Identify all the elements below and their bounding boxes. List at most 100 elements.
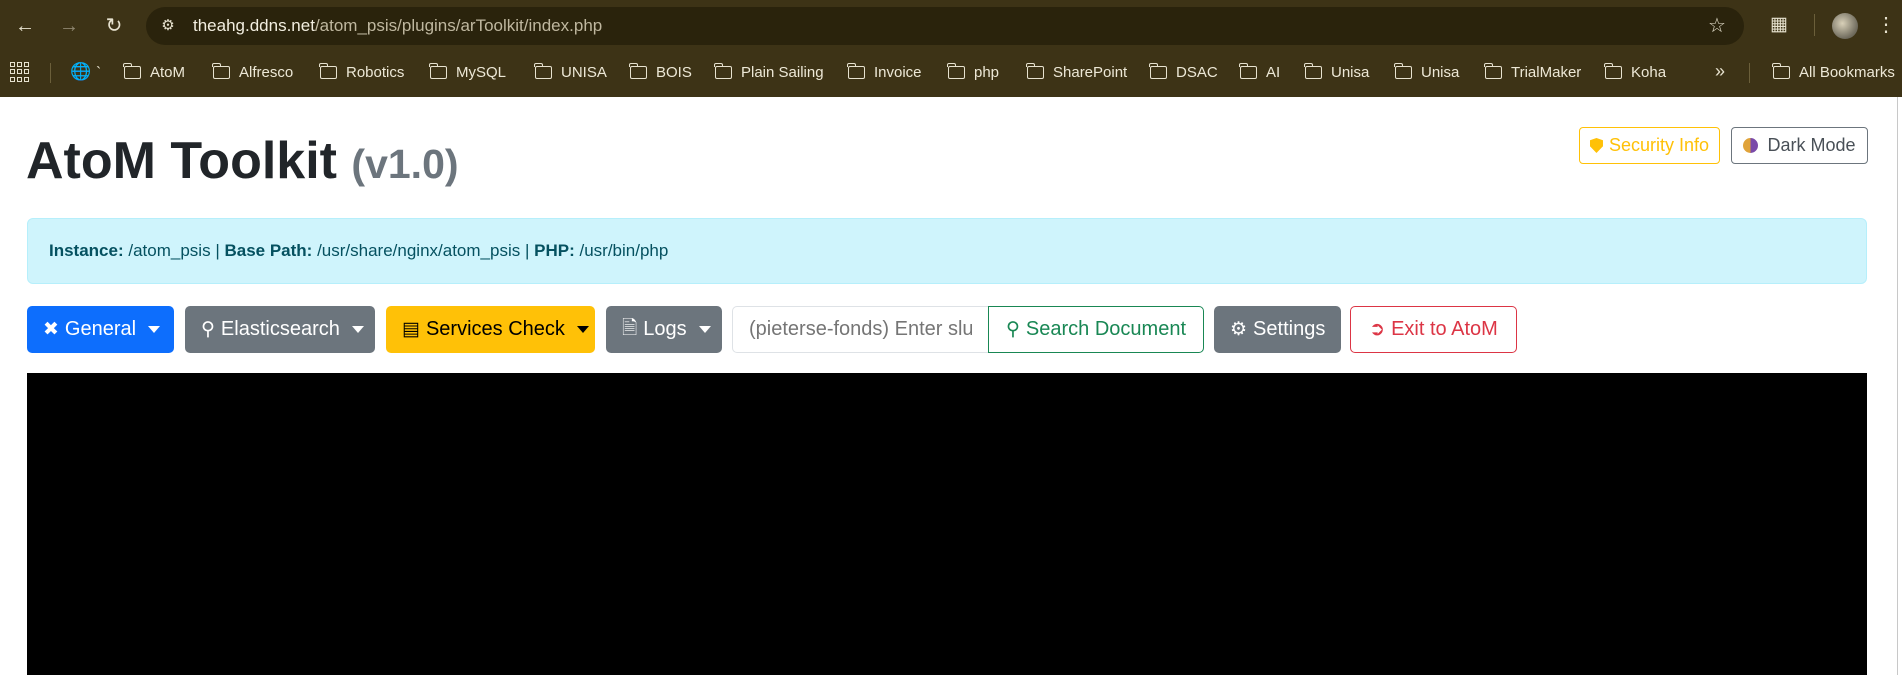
exit-to-atom-button[interactable]: ➲ Exit to AtoM (1350, 306, 1517, 353)
bookmark-label: php (974, 63, 1000, 81)
all-bookmarks-label: All Bookmarks (1799, 63, 1895, 81)
bookmark-label: Invoice (874, 63, 922, 81)
folder-icon (1604, 62, 1622, 79)
back-arrow-icon[interactable]: ← (12, 13, 38, 39)
folder-icon (1772, 62, 1790, 79)
bookmark-label: UNISA (561, 63, 607, 81)
folder-icon (629, 62, 647, 79)
reload-icon[interactable]: ↻ (101, 13, 127, 39)
bookmark-label: MySQL (456, 63, 507, 81)
more-vert-icon[interactable]: ⋮ (1876, 12, 1896, 38)
folder-icon (847, 62, 865, 79)
star-icon[interactable]: ☆ (1706, 15, 1728, 37)
folder-icon (1394, 62, 1412, 79)
logs-dropdown-button[interactable]: 🗎 Logs (606, 306, 722, 353)
bookmark-label: DSAC (1176, 63, 1218, 81)
gear-icon: ⚙ (1230, 319, 1248, 340)
base-path-label: Base Path: (224, 241, 313, 260)
folder-icon (714, 62, 732, 79)
bookmarks-bar: 🌐 ` AtoM Alfresco Robotics MySQL UNISA B… (0, 55, 1902, 89)
folder-icon (947, 62, 965, 79)
security-info-button[interactable]: Security Info (1579, 127, 1720, 164)
forward-arrow-icon[interactable]: → (56, 13, 82, 39)
folder-icon (1239, 62, 1257, 79)
bookmark-folder-sharepoint[interactable]: SharePoint (1026, 62, 1127, 82)
info-separator: | (524, 241, 530, 260)
bookmark-folder-unisa-2[interactable]: Unisa (1304, 62, 1370, 82)
services-check-dropdown-button[interactable]: ▤ Services Check (386, 306, 595, 353)
bookmark-folder-plain-sailing[interactable]: Plain Sailing (714, 62, 824, 82)
search-icon: ⚲ (1006, 319, 1020, 340)
bookmark-globe[interactable]: 🌐 ` (70, 62, 101, 82)
search-icon: ⚲ (201, 319, 215, 340)
folder-icon (1149, 62, 1167, 79)
bookmark-label: Unisa (1421, 63, 1460, 81)
contrast-icon (1743, 138, 1759, 153)
bookmark-folder-koha[interactable]: Koha (1604, 62, 1667, 82)
bookmark-label: Unisa (1331, 63, 1370, 81)
security-info-label: Security Info (1608, 135, 1710, 155)
folder-icon (123, 62, 141, 79)
bookmark-folder-atom[interactable]: AtoM (123, 62, 185, 82)
settings-button[interactable]: ⚙ Settings (1214, 306, 1341, 353)
address-bar[interactable]: ⚙ theahg.ddns.net/atom_psis/plugins/arTo… (146, 7, 1744, 45)
caret-down-icon (698, 326, 711, 333)
url-text[interactable]: theahg.ddns.net/atom_psis/plugins/arTool… (193, 16, 602, 36)
bookmark-folder-mysql[interactable]: MySQL (429, 62, 507, 82)
site-settings-icon[interactable]: ⚙ (158, 16, 178, 36)
caret-down-icon (351, 326, 364, 333)
folder-icon (1484, 62, 1502, 79)
folder-icon (429, 62, 447, 79)
bookmark-label: Koha (1631, 63, 1667, 81)
bookmark-label: Robotics (346, 63, 405, 81)
instance-value: /atom_psis (128, 241, 211, 260)
elasticsearch-label: Elasticsearch (220, 318, 340, 340)
sign-out-icon: ➲ (1369, 319, 1386, 340)
search-document-button[interactable]: ⚲ Search Document (988, 306, 1204, 353)
elasticsearch-dropdown-button[interactable]: ⚲ Elasticsearch (185, 306, 375, 353)
bookmark-folder-robotics[interactable]: Robotics (319, 62, 405, 82)
profile-avatar[interactable] (1832, 13, 1858, 39)
browser-chrome: ← → ↻ ⚙ theahg.ddns.net/atom_psis/plugin… (0, 0, 1902, 97)
puzzle-icon[interactable]: ▦ (1766, 12, 1792, 38)
browser-toolbar: ← → ↻ ⚙ theahg.ddns.net/atom_psis/plugin… (0, 0, 1902, 51)
page-content: AtoM Toolkit (v1.0) Security Info Dark M… (0, 97, 1902, 675)
folder-icon (1026, 62, 1044, 79)
base-path-value: /usr/share/nginx/atom_psis (317, 241, 521, 260)
bookmarks-overflow-icon[interactable]: » (1715, 61, 1725, 81)
apps-grid-icon[interactable] (10, 62, 30, 82)
bookmarks-divider (50, 63, 51, 83)
folder-icon (534, 62, 552, 79)
output-console (27, 373, 1867, 675)
instance-label: Instance: (49, 241, 124, 260)
services-check-label: Services Check (425, 318, 565, 340)
instance-info-alert: Instance: /atom_psis | Base Path: /usr/s… (27, 218, 1867, 284)
bookmarks-divider (1749, 63, 1750, 83)
dark-mode-button[interactable]: Dark Mode (1731, 127, 1868, 164)
server-icon: ▤ (402, 319, 420, 340)
bookmark-label: Alfresco (239, 63, 294, 81)
bookmark-folder-unisa[interactable]: UNISA (534, 62, 607, 82)
bookmark-folder-alfresco[interactable]: Alfresco (212, 62, 294, 82)
info-separator: | (215, 241, 220, 260)
bookmark-folder-dsac[interactable]: DSAC (1149, 62, 1218, 82)
app-version: (v1.0) (351, 141, 459, 187)
app-title: AtoM Toolkit (26, 132, 337, 190)
folder-icon (1304, 62, 1322, 79)
url-host: theahg.ddns.net (193, 16, 315, 35)
page-scrollbar[interactable] (1897, 97, 1902, 675)
bookmark-folder-php[interactable]: php (947, 62, 1000, 82)
slug-input[interactable] (732, 306, 988, 353)
general-dropdown-button[interactable]: ✖ General (27, 306, 174, 353)
bookmark-folder-bois[interactable]: BOIS (629, 62, 692, 82)
bookmark-folder-ai[interactable]: AI (1239, 62, 1280, 82)
bookmark-label: TrialMaker (1511, 63, 1582, 81)
toolbar-divider (1814, 14, 1815, 36)
bookmark-folder-unisa-3[interactable]: Unisa (1394, 62, 1460, 82)
globe-icon: 🌐 (70, 62, 92, 81)
bookmark-label: ` (96, 63, 102, 81)
bookmark-folder-invoice[interactable]: Invoice (847, 62, 922, 82)
folder-icon (212, 62, 230, 79)
all-bookmarks-button[interactable]: All Bookmarks (1772, 62, 1895, 82)
bookmark-folder-trialmaker[interactable]: TrialMaker (1484, 62, 1582, 82)
